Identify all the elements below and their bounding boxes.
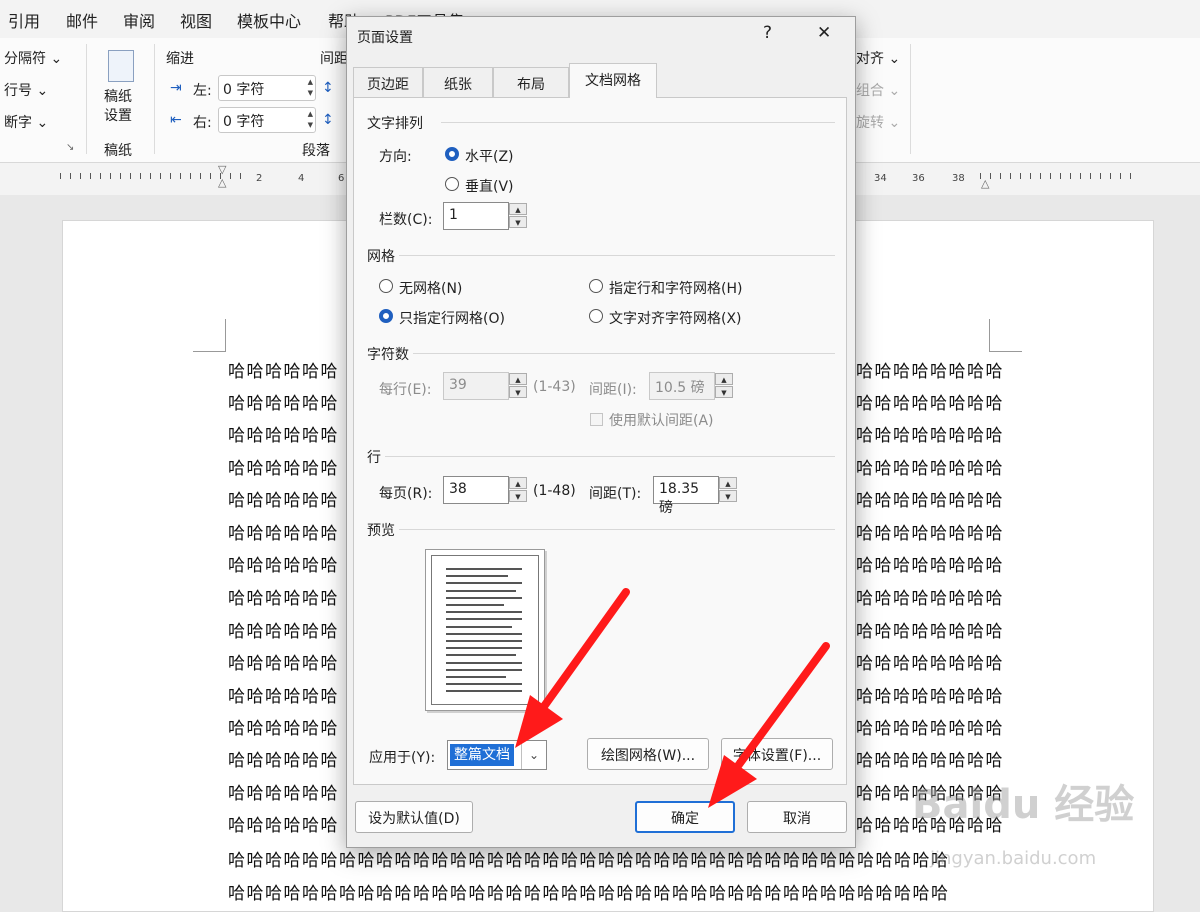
- arrow-to-ok-icon: [708, 642, 830, 808]
- tab-document-grid[interactable]: 文档网格: [569, 63, 657, 98]
- arrow-to-apply-icon: [515, 588, 630, 748]
- annotation-arrows: [515, 588, 830, 808]
